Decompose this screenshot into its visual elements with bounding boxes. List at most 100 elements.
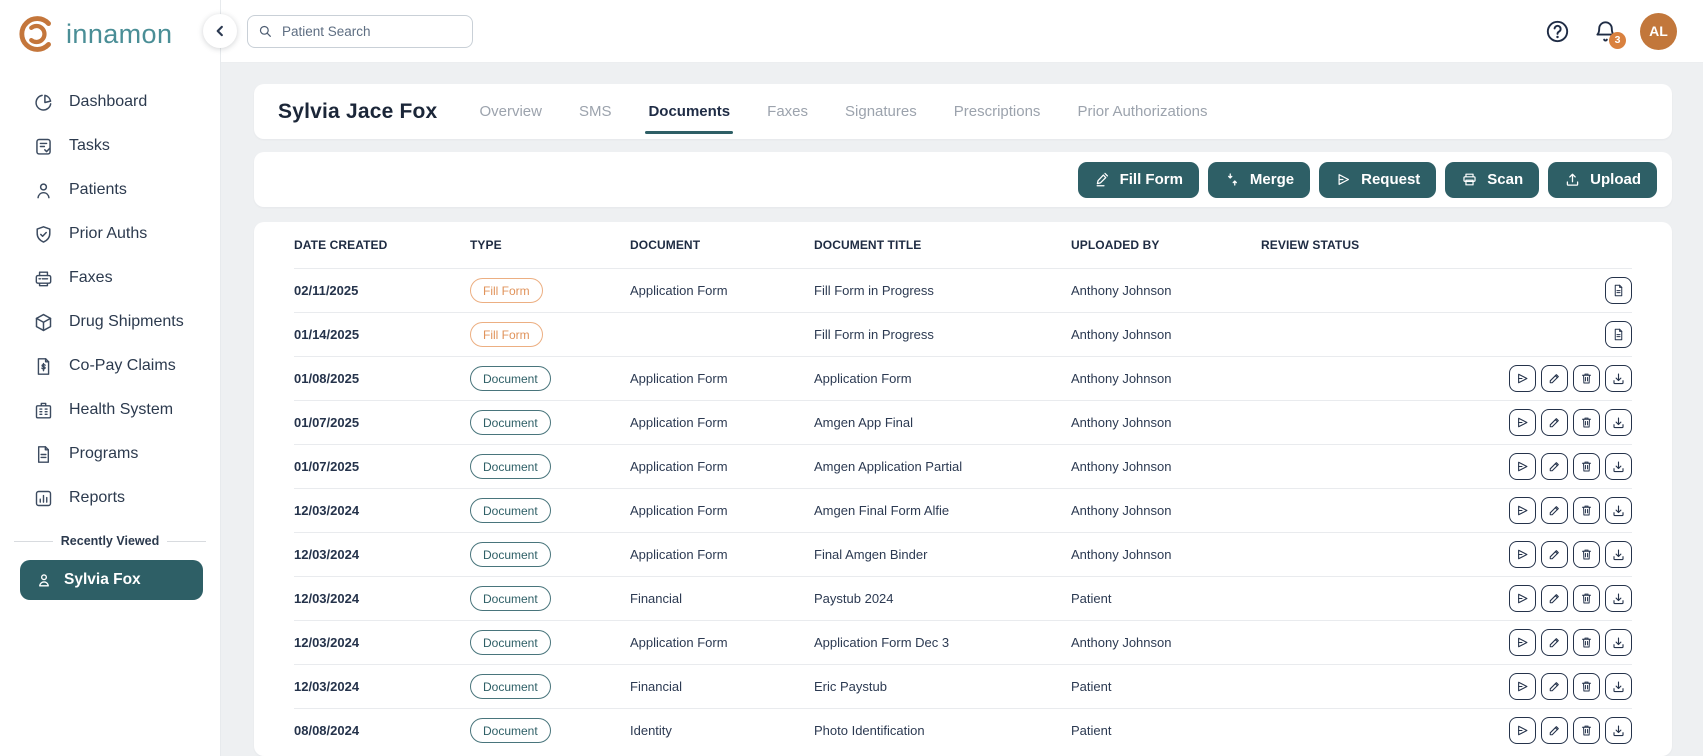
pencil-icon xyxy=(1547,591,1562,606)
send-document-button[interactable] xyxy=(1509,585,1536,612)
table-row: 12/03/2024 Document Application Form Amg… xyxy=(294,488,1632,532)
tab-faxes[interactable]: Faxes xyxy=(767,84,808,139)
sidebar-item-reports[interactable]: Reports xyxy=(33,476,220,520)
table-row: 01/08/2025 Document Application Form App… xyxy=(294,356,1632,400)
view-document-button[interactable] xyxy=(1605,277,1632,304)
type-badge: Fill Form xyxy=(470,278,543,303)
sidebar-item-co-pay-claims[interactable]: Co-Pay Claims xyxy=(33,344,220,388)
row-actions xyxy=(1500,673,1632,700)
dollar-document-icon xyxy=(33,356,54,377)
download-document-button[interactable] xyxy=(1605,497,1632,524)
delete-document-button[interactable] xyxy=(1573,673,1600,700)
sidebar: innamon Dashboard Tasks Patients Prior A… xyxy=(0,0,221,756)
download-icon xyxy=(1611,635,1626,650)
type-badge: Fill Form xyxy=(470,322,543,347)
sidebar-item-dashboard[interactable]: Dashboard xyxy=(33,80,220,124)
file-icon xyxy=(1611,283,1626,298)
edit-document-button[interactable] xyxy=(1541,717,1568,744)
cell-document: Application Form xyxy=(630,415,814,430)
tab-prior-authorizations[interactable]: Prior Authorizations xyxy=(1077,84,1207,139)
row-actions xyxy=(1500,541,1632,568)
download-document-button[interactable] xyxy=(1605,673,1632,700)
send-icon xyxy=(1335,171,1352,188)
delete-document-button[interactable] xyxy=(1573,497,1600,524)
row-actions xyxy=(1500,321,1632,348)
trash-icon xyxy=(1579,591,1594,606)
download-document-button[interactable] xyxy=(1605,365,1632,392)
row-actions xyxy=(1500,629,1632,656)
edit-document-button[interactable] xyxy=(1541,453,1568,480)
tab-signatures[interactable]: Signatures xyxy=(845,84,917,139)
delete-document-button[interactable] xyxy=(1573,409,1600,436)
edit-document-button[interactable] xyxy=(1541,585,1568,612)
tab-sms[interactable]: SMS xyxy=(579,84,612,139)
sidebar-item-programs[interactable]: Programs xyxy=(33,432,220,476)
delete-document-button[interactable] xyxy=(1573,717,1600,744)
edit-document-button[interactable] xyxy=(1541,497,1568,524)
type-badge: Document xyxy=(470,718,551,743)
sidebar-item-prior-auths[interactable]: Prior Auths xyxy=(33,212,220,256)
edit-document-button[interactable] xyxy=(1541,541,1568,568)
scan-button[interactable]: Scan xyxy=(1445,162,1539,198)
sidebar-item-tasks[interactable]: Tasks xyxy=(33,124,220,168)
col-date-created: DATE CREATED xyxy=(294,238,470,252)
merge-button[interactable]: Merge xyxy=(1208,162,1310,198)
edit-document-button[interactable] xyxy=(1541,365,1568,392)
upload-button[interactable]: Upload xyxy=(1548,162,1657,198)
patient-search-input[interactable] xyxy=(247,15,473,48)
download-document-button[interactable] xyxy=(1605,453,1632,480)
download-document-button[interactable] xyxy=(1605,629,1632,656)
type-badge: Document xyxy=(470,586,551,611)
cell-uploaded-by: Anthony Johnson xyxy=(1071,283,1261,298)
cell-document-title: Photo Identification xyxy=(814,723,1071,738)
send-document-button[interactable] xyxy=(1509,717,1536,744)
delete-document-button[interactable] xyxy=(1573,453,1600,480)
tab-documents[interactable]: Documents xyxy=(648,84,730,139)
send-icon xyxy=(1515,547,1530,562)
cell-type: Document xyxy=(470,542,630,567)
hospital-icon xyxy=(33,400,54,421)
tab-overview[interactable]: Overview xyxy=(479,84,542,139)
send-document-button[interactable] xyxy=(1509,453,1536,480)
send-document-button[interactable] xyxy=(1509,365,1536,392)
sidebar-collapse-button[interactable] xyxy=(203,14,237,48)
edit-document-button[interactable] xyxy=(1541,673,1568,700)
user-avatar[interactable]: AL xyxy=(1640,13,1677,50)
sidebar-item-patients[interactable]: Patients xyxy=(33,168,220,212)
delete-document-button[interactable] xyxy=(1573,585,1600,612)
delete-document-button[interactable] xyxy=(1573,541,1600,568)
table-row: 02/11/2025 Fill Form Application Form Fi… xyxy=(294,268,1632,312)
pencil-icon xyxy=(1547,679,1562,694)
pencil-icon xyxy=(1547,371,1562,386)
fax-icon xyxy=(33,268,54,289)
cell-uploaded-by: Anthony Johnson xyxy=(1071,547,1261,562)
download-document-button[interactable] xyxy=(1605,585,1632,612)
cell-date: 01/14/2025 xyxy=(294,327,470,342)
notifications-button[interactable]: 3 xyxy=(1592,18,1619,45)
download-document-button[interactable] xyxy=(1605,409,1632,436)
send-document-button[interactable] xyxy=(1509,497,1536,524)
edit-document-button[interactable] xyxy=(1541,409,1568,436)
sidebar-item-faxes[interactable]: Faxes xyxy=(33,256,220,300)
recent-patient-sylvia-fox[interactable]: Sylvia Fox xyxy=(20,560,203,600)
cell-document: Application Form xyxy=(630,459,814,474)
help-button[interactable] xyxy=(1544,18,1571,45)
download-icon xyxy=(1611,723,1626,738)
view-document-button[interactable] xyxy=(1605,321,1632,348)
cell-type: Fill Form xyxy=(470,322,630,347)
delete-document-button[interactable] xyxy=(1573,365,1600,392)
tab-prescriptions[interactable]: Prescriptions xyxy=(954,84,1041,139)
sidebar-item-health-system[interactable]: Health System xyxy=(33,388,220,432)
fill-form-button[interactable]: Fill Form xyxy=(1078,162,1199,198)
send-document-button[interactable] xyxy=(1509,629,1536,656)
send-document-button[interactable] xyxy=(1509,409,1536,436)
download-document-button[interactable] xyxy=(1605,541,1632,568)
send-document-button[interactable] xyxy=(1509,673,1536,700)
download-document-button[interactable] xyxy=(1605,717,1632,744)
edit-document-button[interactable] xyxy=(1541,629,1568,656)
request-button[interactable]: Request xyxy=(1319,162,1436,198)
sidebar-item-drug-shipments[interactable]: Drug Shipments xyxy=(33,300,220,344)
delete-document-button[interactable] xyxy=(1573,629,1600,656)
send-document-button[interactable] xyxy=(1509,541,1536,568)
chevron-left-icon xyxy=(209,20,231,42)
